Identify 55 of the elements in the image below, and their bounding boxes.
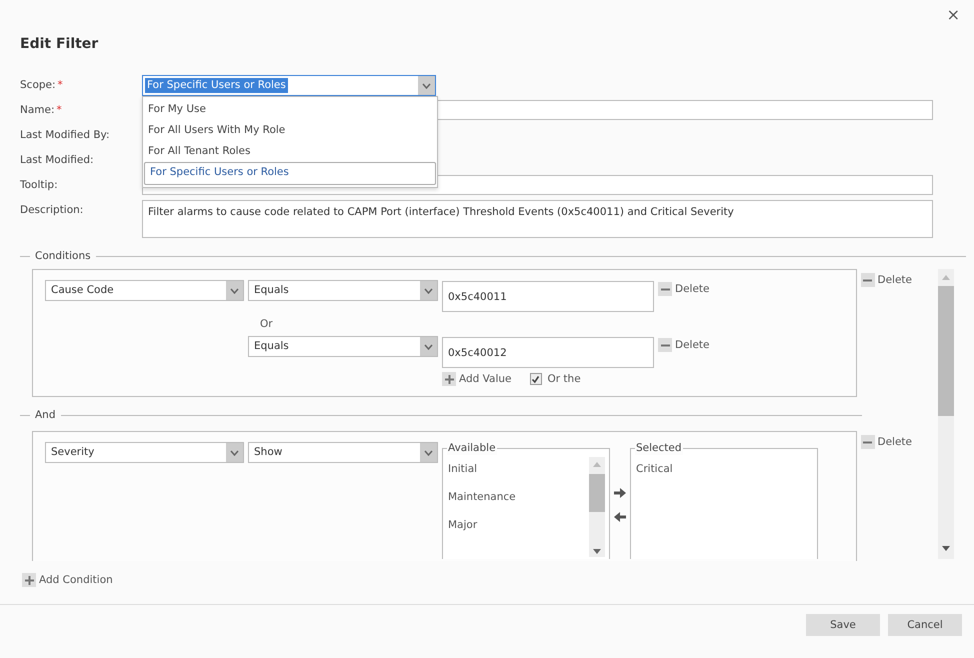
field-label: Last Modified:: [20, 153, 95, 168]
scrollbar[interactable]: [938, 269, 954, 559]
chevron-down-icon: [230, 450, 239, 456]
delete-button[interactable]: Delete: [658, 282, 844, 296]
menu-item[interactable]: For My Use: [143, 99, 437, 120]
or-label: Or: [260, 318, 273, 330]
cancel-button[interactable]: Cancel: [888, 614, 962, 636]
arrow-left-icon: [614, 512, 626, 522]
scroll-down-icon: [942, 546, 950, 551]
chevron-down-icon: [424, 450, 433, 456]
field-label: Tooltip:: [20, 178, 59, 193]
chevron-down-icon: [424, 344, 433, 350]
dropdown-field[interactable]: Equals: [248, 336, 438, 357]
checkbox[interactable]: Or the: [530, 373, 581, 385]
arrow-right-icon: [614, 488, 626, 498]
value-field[interactable]: 0x5c40011: [442, 281, 654, 312]
delete-button[interactable]: Delete: [658, 338, 844, 352]
value-field[interactable]: 0x5c40012: [442, 337, 654, 368]
list-item[interactable]: Maintenance: [448, 487, 583, 515]
save-button[interactable]: Save: [806, 614, 880, 636]
field-label: Description:: [20, 203, 84, 218]
field-label: Last Modified By:: [20, 128, 111, 143]
scrollbar[interactable]: [589, 457, 605, 557]
dialog-title: Edit Filter: [19, 35, 100, 54]
text-area[interactable]: Filter alarms to cause code related to CAPM Port (interface) Threshold Events (0x5c40011) and Critical Severity: [142, 200, 933, 238]
close-button[interactable]: ×: [942, 4, 964, 26]
move-left-button[interactable]: [614, 512, 626, 522]
chevron-down-icon: [424, 288, 433, 294]
delete-button[interactable]: Delete: [860, 435, 912, 449]
plus-icon: [24, 576, 34, 584]
add-button[interactable]: Add Value: [442, 372, 512, 386]
scroll-down-icon: [593, 549, 601, 554]
scroll-up-icon: [942, 275, 950, 280]
menu-item[interactable]: For Specific Users or Roles: [144, 162, 436, 185]
dropdown-field[interactable]: Equals: [248, 280, 438, 301]
list-item[interactable]: Critical: [636, 459, 791, 487]
field-label: Scope: *: [20, 78, 64, 93]
list-item[interactable]: Initial: [448, 459, 583, 487]
chevron-down-icon: [422, 82, 431, 88]
section-legend: And: [30, 409, 61, 421]
delete-button[interactable]: Delete: [860, 273, 912, 287]
checkmark-icon: [531, 374, 540, 384]
menu-item[interactable]: For All Tenant Roles: [143, 141, 437, 162]
scroll-up-icon: [593, 462, 601, 467]
move-right-button[interactable]: [614, 488, 626, 498]
menu-item[interactable]: For All Users With My Role: [143, 120, 437, 141]
chevron-down-icon: [230, 288, 239, 294]
dropdown-field[interactable]: Show: [248, 442, 438, 463]
list-item[interactable]: Major: [448, 515, 583, 543]
dropdown-field[interactable]: Cause Code: [45, 280, 244, 301]
dropdown-field[interactable]: Severity: [45, 442, 244, 463]
add-button[interactable]: Add Condition: [22, 573, 113, 587]
field-label: Name: *: [20, 103, 63, 118]
section-legend: Conditions: [30, 250, 96, 262]
plus-icon: [444, 374, 454, 384]
